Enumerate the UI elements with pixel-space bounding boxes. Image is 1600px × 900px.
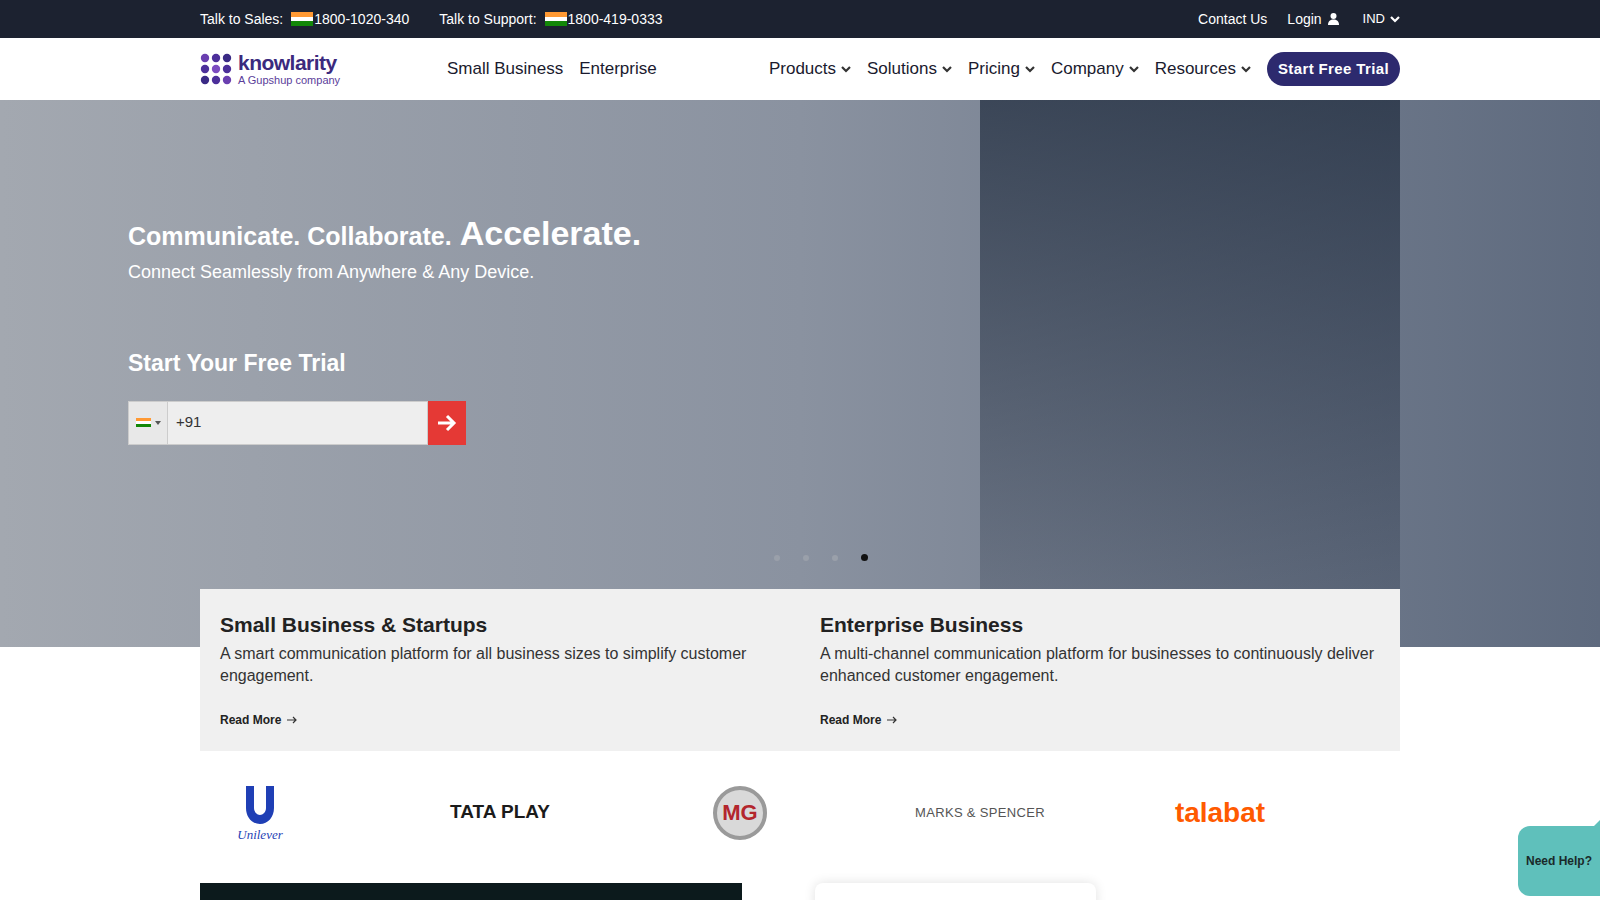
- india-flag-icon: [136, 418, 151, 428]
- client-logo: Unilever: [140, 781, 380, 845]
- nav-menu[interactable]: Products: [769, 56, 851, 82]
- segment-cards: Small Business & StartupsA smart communi…: [200, 589, 1400, 751]
- arrow-right-icon: [287, 716, 298, 724]
- sales-phone[interactable]: 1800-1020-340: [314, 9, 409, 30]
- chevron-down-icon: [1025, 66, 1035, 73]
- form-title: Start Your Free Trial: [128, 346, 1600, 381]
- arrow-right-icon: [436, 413, 458, 433]
- card-title: Enterprise Business: [820, 609, 1380, 641]
- phone-form: [128, 401, 1600, 445]
- feature-card: [815, 883, 1096, 900]
- help-widget[interactable]: Need Help?: [1518, 826, 1600, 896]
- chevron-down-icon: [1390, 16, 1400, 23]
- chevron-down-icon: [1129, 66, 1139, 73]
- india-flag-icon: [291, 12, 313, 26]
- carousel-dot[interactable]: [803, 555, 809, 561]
- logo-tagline: A Gupshup company: [238, 75, 340, 86]
- login-link[interactable]: Login: [1287, 9, 1338, 30]
- unilever-emblem-icon: [240, 784, 280, 828]
- support-phone[interactable]: 1800-419-0333: [568, 9, 663, 30]
- segment-card: Enterprise BusinessA multi-channel commu…: [800, 609, 1400, 729]
- chevron-down-icon: [841, 66, 851, 73]
- country-select[interactable]: [128, 401, 168, 445]
- hero-heading-lead: Communicate. Collaborate.: [128, 218, 452, 256]
- carousel-dot[interactable]: [832, 555, 838, 561]
- nav-menu[interactable]: Solutions: [867, 56, 952, 82]
- segment-link[interactable]: Enterprise: [579, 56, 656, 82]
- help-label: Need Help?: [1526, 852, 1592, 870]
- video-thumbnail[interactable]: [200, 883, 742, 900]
- support-label: Talk to Support:: [439, 9, 536, 30]
- logo[interactable]: knowlarity A Gupshup company: [200, 52, 447, 86]
- chevron-down-icon: [1241, 66, 1251, 73]
- carousel-dot[interactable]: [861, 554, 868, 561]
- segment-card: Small Business & StartupsA smart communi…: [200, 609, 800, 729]
- submit-arrow-button[interactable]: [428, 401, 466, 445]
- chevron-down-icon: [942, 66, 952, 73]
- nav-menu[interactable]: Resources: [1155, 56, 1251, 82]
- carousel-dot[interactable]: [774, 555, 780, 561]
- segment-link[interactable]: Small Business: [447, 56, 563, 82]
- india-flag-icon: [545, 12, 567, 26]
- client-logos: UnileverTATA PLAYMGMARKS & SPENCERtalaba…: [140, 781, 1340, 845]
- hero-subtitle: Connect Seamlessly from Anywhere & Any D…: [128, 259, 1600, 286]
- hero-heading-accent: Accelerate.: [460, 208, 641, 259]
- card-description: A smart communication platform for all b…: [220, 643, 780, 687]
- client-logo: talabat: [1100, 781, 1340, 845]
- top-bar: Talk to Sales: 1800-1020-340 Talk to Sup…: [0, 0, 1600, 38]
- client-logo: TATA PLAY: [380, 781, 620, 845]
- arrow-right-icon: [887, 716, 898, 724]
- client-logo: MARKS & SPENCER: [860, 781, 1100, 845]
- contact-link[interactable]: Contact Us: [1198, 9, 1267, 30]
- logo-name: knowlarity: [238, 52, 340, 73]
- sales-label: Talk to Sales:: [200, 9, 283, 30]
- nav-menu[interactable]: Pricing: [968, 56, 1035, 82]
- user-icon: [1328, 13, 1339, 25]
- main-nav: knowlarity A Gupshup company Small Busin…: [0, 38, 1600, 100]
- caret-icon: [155, 421, 161, 425]
- client-logo: MG: [620, 781, 860, 845]
- logo-dots-icon: [200, 53, 232, 85]
- nav-menu[interactable]: Company: [1051, 56, 1139, 82]
- read-more-link[interactable]: Read More: [220, 711, 780, 729]
- phone-input[interactable]: [168, 401, 428, 445]
- read-more-link[interactable]: Read More: [820, 711, 1380, 729]
- start-trial-button[interactable]: Start Free Trial: [1267, 52, 1400, 87]
- card-description: A multi-channel communication platform f…: [820, 643, 1380, 687]
- region-select[interactable]: IND: [1363, 9, 1400, 29]
- hero-photo: Communicate. Collaborate. Accelerate. Co…: [0, 100, 1600, 647]
- card-title: Small Business & Startups: [220, 609, 780, 641]
